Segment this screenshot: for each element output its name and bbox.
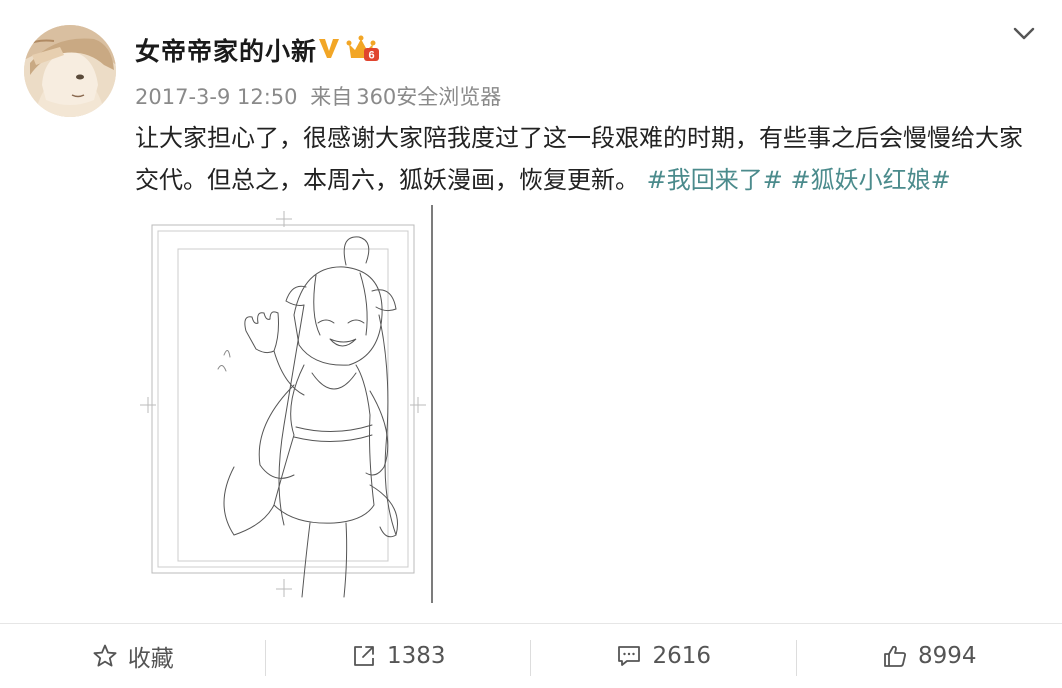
source-prefix: 来自	[310, 85, 353, 109]
comment-icon	[618, 646, 641, 666]
crown-level-icon[interactable]: 6	[346, 34, 380, 62]
post-meta: 2017-3-9 12:50 来自 360安全浏览器	[135, 81, 507, 111]
avatar-illustration	[24, 25, 116, 117]
sketch-image	[134, 205, 434, 603]
share-icon	[354, 646, 374, 666]
post-image[interactable]	[134, 205, 434, 603]
like-button[interactable]: 8994	[797, 624, 1062, 688]
chevron-down-icon[interactable]	[1012, 24, 1036, 44]
repost-count: 1383	[386, 643, 446, 669]
comment-count: 2616	[652, 643, 712, 669]
like-count: 8994	[917, 643, 977, 669]
action-bar: 收藏 1383 2616 8994	[0, 624, 1062, 688]
crown-level-label: 6	[368, 50, 374, 62]
post-source: 360安全浏览器	[356, 85, 502, 109]
user-badges: 6	[316, 34, 380, 62]
avatar[interactable]	[24, 25, 116, 117]
verified-v-icon[interactable]	[316, 35, 342, 61]
star-icon	[93, 644, 117, 667]
weibo-post: 女帝帝家的小新 6 2017-3-9 12:50 来自 360安全浏览器 让大家担…	[0, 0, 1062, 688]
favorite-button[interactable]: 收藏	[0, 624, 266, 688]
post-timestamp[interactable]: 2017-3-9 12:50	[135, 85, 298, 109]
favorite-label: 收藏	[127, 646, 174, 672]
username[interactable]: 女帝帝家的小新	[135, 32, 317, 68]
repost-button[interactable]: 1383	[266, 624, 531, 688]
hashtag-link[interactable]: #我回来了#	[647, 166, 783, 194]
comment-button[interactable]: 2616	[531, 624, 797, 688]
post-content: 让大家担心了，很感谢大家陪我度过了这一段艰难的时期，有些事之后会慢慢给大家交代。…	[135, 117, 1035, 201]
hashtag-link[interactable]: #狐妖小红娘#	[791, 166, 951, 194]
thumbs-up-icon	[884, 645, 906, 667]
